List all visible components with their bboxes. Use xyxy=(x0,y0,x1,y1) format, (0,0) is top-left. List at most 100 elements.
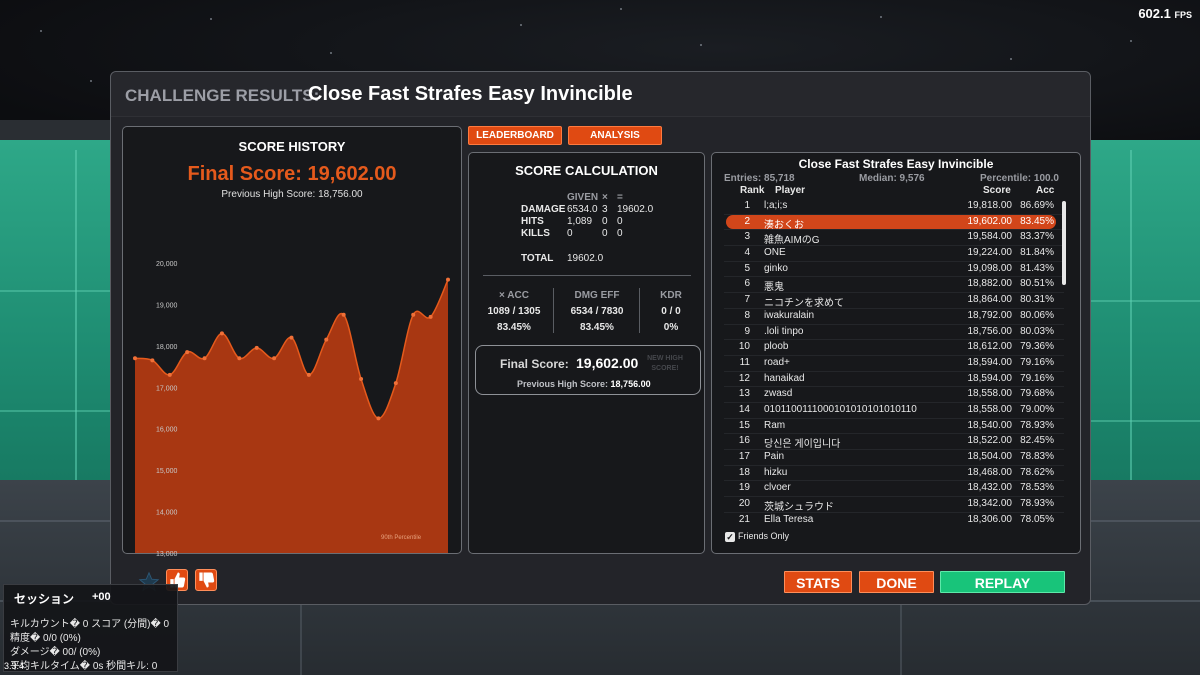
leaderboard-percentile: Percentile: 100.0 xyxy=(980,173,1059,184)
leaderboard-row[interactable]: 21 Ella Teresa 18,306.00 78.05% xyxy=(724,513,1064,527)
stats-button[interactable]: STATS xyxy=(784,571,852,593)
row-score: 18,540.00 xyxy=(967,419,1013,431)
leaderboard-row[interactable]: 14 0101100111000101010101010110 18,558.00 7… xyxy=(724,403,1064,419)
leaderboard-row[interactable]: 10 ploob 18,612.00 79.36% xyxy=(724,340,1064,356)
score-point[interactable] xyxy=(219,331,224,336)
leaderboard-row[interactable]: 12 hanaikad 18,594.00 79.16% xyxy=(724,372,1064,388)
row-player: ニコチンを求めて xyxy=(764,298,844,310)
score-point[interactable] xyxy=(167,372,172,377)
score-point[interactable] xyxy=(150,358,155,363)
row-score: 19,224.00 xyxy=(967,247,1013,259)
previous-high-row: Previous High Score: 18,756.00 xyxy=(517,379,651,389)
stat-damage-efficiency: DMG EFF 6534 / 7830 83.45% xyxy=(562,290,632,338)
divider xyxy=(483,275,691,276)
score-point[interactable] xyxy=(185,350,190,355)
row-acc: 78.05% xyxy=(1020,513,1054,525)
score-calculation-panel: SCORE CALCULATION GIVEN × = DAMAGE 6534.… xyxy=(468,152,705,554)
row-player: 悪鬼 xyxy=(764,282,784,294)
row-player: ONE xyxy=(764,247,786,259)
calc-row-result: 0 xyxy=(617,216,623,227)
wall-grid-line xyxy=(1085,420,1200,422)
new-high-score-badge: NEW HIGH SCORE! xyxy=(640,354,690,374)
leaderboard-row[interactable]: 9 .loli tinpo 18,756.00 80.03% xyxy=(724,325,1064,341)
score-point[interactable] xyxy=(289,335,294,340)
leaderboard-row[interactable]: 8 iwakuralain 18,792.00 80.06% xyxy=(724,309,1064,325)
row-player: 0101100111000101010101010110 xyxy=(764,403,917,415)
leaderboard-scrollbar[interactable] xyxy=(1062,201,1066,285)
score-point[interactable] xyxy=(393,381,398,386)
score-point[interactable] xyxy=(428,314,433,319)
done-button[interactable]: DONE xyxy=(859,571,934,593)
stat-label: KDR xyxy=(660,290,682,301)
score-point[interactable] xyxy=(237,356,242,361)
row-score: 18,504.00 xyxy=(967,451,1013,462)
session-line: キルカウント� 0 スコア (分間)� 0 xyxy=(10,619,170,630)
row-rank: 10 xyxy=(738,341,750,353)
row-player: zwasd xyxy=(764,388,793,400)
stat-label: × ACC xyxy=(499,290,529,301)
title-bar: CHALLENGE RESULTS: Close Fast Strafes Ea… xyxy=(111,72,1090,117)
tab-leaderboard[interactable]: LEADERBOARD xyxy=(468,126,562,145)
calc-row-mult: 0 xyxy=(602,228,608,239)
score-point[interactable] xyxy=(376,416,381,421)
row-rank: 3 xyxy=(744,231,750,243)
score-point[interactable] xyxy=(254,345,259,350)
total-value: 19602.0 xyxy=(567,253,604,264)
leaderboard-row[interactable]: 4 ONE 19,224.00 81.84% xyxy=(724,246,1064,262)
leaderboard-list[interactable]: 1 l;a;i;s 19,818.00 86.69% 2 湊おくお 19,602.00 83.… xyxy=(724,199,1064,527)
score-point[interactable] xyxy=(306,372,311,377)
row-score: 18,864.00 xyxy=(967,294,1013,306)
new-high-line: NEW HIGH xyxy=(647,355,683,362)
leaderboard-row[interactable]: 15 Ram 18,540.00 78.93% xyxy=(724,419,1064,435)
score-point[interactable] xyxy=(341,312,346,317)
score-calculation-title: SCORE CALCULATION xyxy=(515,163,658,178)
leaderboard-row[interactable]: 2 湊おくお 19,602.00 83.45% xyxy=(724,214,1064,231)
leaderboard-row[interactable]: 3 雑魚AIMのG 19,584.00 83.37% xyxy=(724,230,1064,246)
calc-row-label: DAMAGE xyxy=(521,204,566,215)
wall-grid-line xyxy=(75,150,77,490)
row-acc: 78.62% xyxy=(1020,466,1054,478)
leaderboard-row[interactable]: 5 ginko 19,098.00 81.43% xyxy=(724,262,1064,278)
score-point[interactable] xyxy=(272,356,277,361)
leaderboard-row[interactable]: 19 clvoer 18,432.00 78.53% xyxy=(724,481,1064,498)
star-dot xyxy=(1130,40,1132,42)
row-player: .loli tinpo xyxy=(764,325,804,337)
leaderboard-row[interactable]: 13 zwasd 18,558.00 79.68% xyxy=(724,387,1064,403)
thumbs-down-button[interactable] xyxy=(195,569,217,591)
score-point[interactable] xyxy=(446,277,450,282)
score-point[interactable] xyxy=(202,356,207,361)
row-player: hanaikad xyxy=(764,372,805,384)
leaderboard-row[interactable]: 17 Pain 18,504.00 78.83% xyxy=(724,450,1064,466)
star-dot xyxy=(40,30,42,32)
row-player: l;a;i;s xyxy=(764,200,788,211)
friends-only-toggle[interactable]: ✓ Friends Only xyxy=(725,531,789,542)
score-point[interactable] xyxy=(411,312,416,317)
row-acc: 78.83% xyxy=(1020,451,1054,462)
score-history-chart: 20,000 19,000 18,000 17,000 16,000 15,000 14,0… xyxy=(133,261,450,557)
col-times-header: × xyxy=(602,192,608,203)
tab-analysis[interactable]: ANALYSIS xyxy=(568,126,662,145)
row-score: 18,558.00 xyxy=(967,388,1013,400)
row-player: ploob xyxy=(764,341,789,353)
leaderboard-row[interactable]: 11 road+ 18,594.00 79.16% xyxy=(724,356,1064,372)
leaderboard-row[interactable]: 16 당신은 게이입니다 18,522.00 82.45% xyxy=(724,434,1064,450)
leaderboard-row[interactable]: 6 悪鬼 18,882.00 80.51% xyxy=(724,277,1064,293)
final-score-box: Final Score: 19,602.00 NEW HIGH SCORE! P… xyxy=(475,345,701,395)
challenge-results-dialog: CHALLENGE RESULTS: Close Fast Strafes Ea… xyxy=(110,71,1091,605)
score-point[interactable] xyxy=(359,377,364,381)
leaderboard-row[interactable]: 18 hizku 18,468.00 78.62% xyxy=(724,466,1064,482)
replay-button[interactable]: REPLAY xyxy=(940,571,1065,593)
leaderboard-row[interactable]: 7 ニコチンを求めて 18,864.00 80.31% xyxy=(724,293,1064,309)
y-tick-label: 16,000 xyxy=(156,427,178,434)
row-rank: 20 xyxy=(738,498,750,510)
checkbox-checked-icon[interactable]: ✓ xyxy=(725,532,735,542)
score-point[interactable] xyxy=(324,337,329,342)
score-history-title: SCORE HISTORY xyxy=(238,139,346,154)
leaderboard-row[interactable]: 20 茨城シュラウド 18,342.00 78.93% xyxy=(724,497,1064,513)
leaderboard-row[interactable]: 1 l;a;i;s 19,818.00 86.69% xyxy=(724,199,1064,215)
score-point[interactable] xyxy=(133,356,137,361)
header-score: Score xyxy=(983,185,1011,196)
row-acc: 79.36% xyxy=(1020,341,1054,353)
stat-value: 6534 / 7830 xyxy=(570,306,624,317)
row-rank: 14 xyxy=(738,403,750,415)
